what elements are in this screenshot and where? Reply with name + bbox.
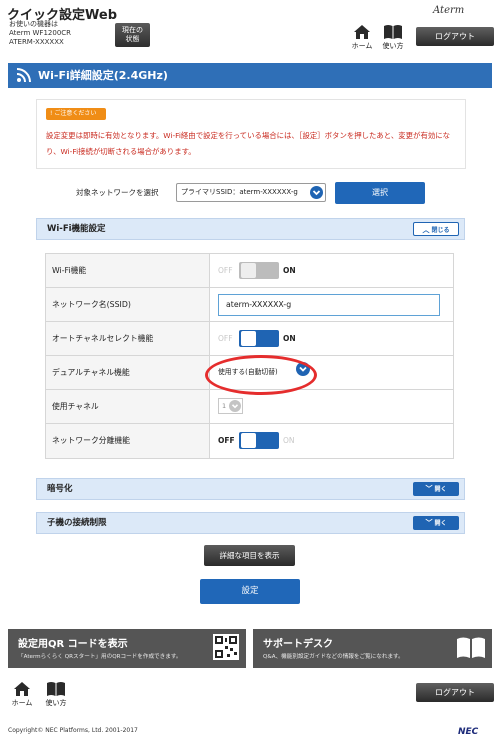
warning-icon: ! (50, 110, 53, 117)
encryption-section-header[interactable]: 暗号化 ﹀ 開く (36, 478, 465, 500)
footer-logout-button[interactable]: ログアウト (416, 683, 494, 702)
book-icon (47, 682, 65, 696)
chevron-down-icon: ﹀ (425, 485, 433, 493)
row-label: Wi-Fi機能 (46, 254, 210, 287)
toggle-knob (241, 331, 256, 346)
client-limit-section-title: 子機の接続制限 (47, 518, 107, 528)
toggle-off-label: OFF (218, 266, 233, 275)
footer-help-button[interactable]: 使い方 (42, 681, 70, 711)
book-icon (384, 25, 402, 39)
row-value: OFF ON (218, 322, 448, 355)
current-status-button[interactable]: 現在の 状態 (115, 23, 150, 47)
row-value: 1 (218, 390, 448, 423)
channel-select[interactable]: 1 (218, 398, 243, 414)
select-network-button[interactable]: 選択 (335, 182, 425, 204)
footer-help-label: 使い方 (45, 699, 67, 707)
home-icon (14, 682, 30, 696)
row-value: OFF ON (218, 424, 448, 458)
row-value: OFF ON (218, 254, 448, 287)
toggle-knob (241, 263, 256, 278)
network-select-label: 対象ネットワークを選択 (76, 188, 159, 197)
show-advanced-button[interactable]: 詳細な項目を表示 (204, 545, 295, 566)
toggle-track (239, 262, 279, 279)
open-section-label: 開く (434, 520, 447, 527)
notice-badge: ! ご注意ください (46, 108, 106, 120)
device-line-1: お使いの機器は (9, 20, 58, 28)
toggle-knob (241, 433, 256, 448)
close-section-label: 閉じる (431, 227, 450, 234)
apply-button[interactable]: 設定 (200, 579, 300, 604)
close-section-button[interactable]: ︿ 閉じる (413, 222, 459, 236)
row-label: 使用チャネル (46, 390, 210, 423)
qr-banner-title: 設定用QR コードを表示 (18, 639, 128, 650)
qr-code-icon (213, 634, 239, 660)
toggle-track (239, 330, 279, 347)
client-limit-section-header[interactable]: 子機の接続制限 ﹀ 開く (36, 512, 465, 534)
wifi-icon (16, 68, 31, 83)
chevron-up-icon: ︿ (422, 226, 430, 234)
row-label: デュアルチャネル機能 (46, 356, 210, 389)
row-label: ネットワーク分離機能 (46, 424, 210, 458)
toggle-on-label: ON (283, 266, 296, 275)
chevron-down-icon: ﹀ (425, 519, 433, 527)
toggle-off-label: OFF (218, 436, 235, 445)
support-banner-desc: Q&A、機能別設定ガイドなどの情報をご覧になれます。 (263, 654, 404, 660)
device-id: ATERM-XXXXXX (9, 38, 64, 46)
toggle-track (239, 432, 279, 449)
row-label: ネットワーク名(SSID) (46, 288, 210, 321)
highlight-oval (205, 355, 317, 395)
qr-code-banner[interactable]: 設定用QR コードを表示 「Atermらくらく QRスタート」用のQRコードを作… (8, 629, 246, 668)
toggle-off-label: OFF (218, 334, 233, 343)
open-section-label: 開く (434, 486, 447, 493)
toggle-on-label: ON (283, 436, 295, 445)
table-row: ネットワーク名(SSID) aterm-XXXXXX-g (46, 288, 453, 322)
row-value: aterm-XXXXXX-g (218, 288, 448, 321)
network-select[interactable]: プライマリSSID：aterm-XXXXXX-g (176, 183, 326, 202)
help-button[interactable]: 使い方 (379, 24, 407, 54)
chevron-down-icon (229, 400, 241, 412)
table-row: ネットワーク分離機能 OFF ON (46, 424, 453, 458)
home-icon (354, 25, 370, 39)
nec-logo: NEC (458, 727, 479, 737)
notice-text: 設定変更は即時に有効となります。Wi-Fi経由で設定を行っている場合には、［設定… (46, 131, 451, 156)
page-title-bar: Wi-Fi詳細設定(2.4GHz) (8, 63, 492, 88)
table-row: Wi-Fi機能 OFF ON (46, 254, 453, 288)
encryption-section-title: 暗号化 (47, 484, 73, 494)
page: クイック設定Web お使いの機器は Aterm WF1200CR ATERM-X… (0, 0, 500, 748)
open-client-limit-button[interactable]: ﹀ 開く (413, 516, 459, 530)
chevron-down-icon (310, 186, 323, 199)
device-info: お使いの機器は Aterm WF1200CR ATERM-XXXXXX (9, 20, 71, 47)
wifi-settings-section-header[interactable]: Wi-Fi機能設定 ︿ 閉じる (36, 218, 465, 240)
help-label: 使い方 (382, 42, 404, 50)
device-model: Aterm WF1200CR (9, 29, 72, 37)
ssid-input[interactable]: aterm-XXXXXX-g (218, 294, 440, 316)
home-button[interactable]: ホーム (348, 24, 376, 54)
aterm-logo: Aterm (433, 5, 465, 16)
home-label: ホーム (351, 42, 373, 50)
book-icon (457, 637, 485, 658)
status-button-line-2: 状態 (125, 35, 140, 43)
support-desk-banner[interactable]: サポートデスク Q&A、機能別設定ガイドなどの情報をご覧になれます。 (253, 629, 492, 668)
row-label: オートチャネルセレクト機能 (46, 322, 210, 355)
open-encryption-button[interactable]: ﹀ 開く (413, 482, 459, 496)
qr-banner-desc: 「Atermらくらく QRスタート」用のQRコードを作成できます。 (18, 654, 182, 660)
notice-box: ! ご注意ください 設定変更は即時に有効となります。Wi-Fi経由で設定を行って… (36, 99, 466, 169)
footer-home-button[interactable]: ホーム (8, 681, 36, 711)
notice-badge-label: ご注意ください (54, 110, 97, 117)
toggle-on-label: ON (283, 334, 296, 343)
footer-home-label: ホーム (11, 699, 33, 707)
header: クイック設定Web お使いの機器は Aterm WF1200CR ATERM-X… (0, 0, 500, 58)
copyright: Copyright© NEC Platforms, Ltd. 2001-2017 (8, 727, 138, 734)
status-button-line-1: 現在の (122, 26, 143, 34)
network-select-value: プライマリSSID：aterm-XXXXXX-g (181, 188, 298, 196)
channel-value: 1 (222, 402, 227, 410)
support-banner-title: サポートデスク (263, 639, 333, 650)
page-title: Wi-Fi詳細設定(2.4GHz) (38, 69, 168, 82)
table-row: オートチャネルセレクト機能 OFF ON (46, 322, 453, 356)
wifi-settings-section-title: Wi-Fi機能設定 (47, 224, 106, 234)
table-row: 使用チャネル 1 (46, 390, 453, 424)
logout-button[interactable]: ログアウト (416, 27, 494, 46)
